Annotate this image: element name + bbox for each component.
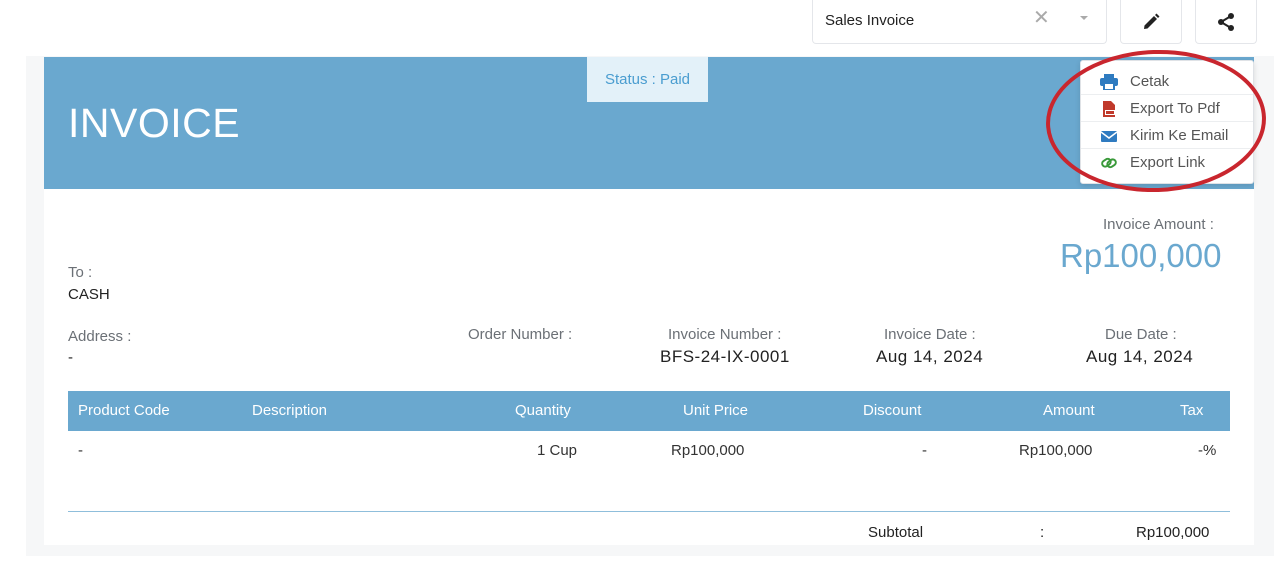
order-number-label: Order Number : bbox=[468, 326, 573, 343]
items-table-header: Product Code Description Quantity Unit P… bbox=[68, 391, 1230, 431]
chevron-down-icon[interactable] bbox=[1078, 12, 1090, 24]
pencil-icon bbox=[1144, 13, 1160, 29]
cell-product-code: - bbox=[78, 442, 83, 459]
address-label: Address : bbox=[68, 328, 132, 345]
invoice-date-label: Invoice Date : bbox=[884, 326, 976, 343]
column-header-discount: Discount bbox=[863, 402, 922, 419]
cell-discount: - bbox=[922, 442, 927, 459]
invoice-number-label: Invoice Number : bbox=[668, 326, 782, 343]
cell-tax: -% bbox=[1198, 442, 1217, 459]
share-icon bbox=[1218, 12, 1234, 31]
share-button[interactable] bbox=[1195, 0, 1257, 44]
column-header-quantity: Quantity bbox=[515, 402, 571, 419]
table-divider bbox=[68, 511, 1230, 512]
status-badge: Status : Paid bbox=[587, 57, 708, 102]
cell-amount: Rp100,000 bbox=[1019, 442, 1093, 459]
address-value: - bbox=[68, 349, 73, 366]
subtotal-colon: : bbox=[1040, 524, 1045, 541]
subtotal-value: Rp100,000 bbox=[1136, 524, 1210, 541]
to-label: To : bbox=[68, 264, 93, 281]
invoice-amount-value: Rp100,000 bbox=[1060, 237, 1222, 274]
column-header-tax: Tax bbox=[1180, 402, 1204, 419]
invoice-amount-label: Invoice Amount : bbox=[1103, 216, 1214, 233]
due-date-label: Due Date : bbox=[1105, 326, 1177, 343]
column-header-product-code: Product Code bbox=[78, 402, 170, 419]
clear-icon[interactable]: ✕ bbox=[1033, 8, 1050, 28]
due-date-value: Aug 14, 2024 bbox=[1086, 347, 1194, 366]
cell-unit-price: Rp100,000 bbox=[671, 442, 745, 459]
column-header-description: Description bbox=[252, 402, 328, 419]
column-header-unit-price: Unit Price bbox=[683, 402, 749, 419]
invoice-number-value: BFS-24-IX-0001 bbox=[660, 347, 790, 366]
subtotal-label: Subtotal bbox=[868, 524, 924, 541]
invoice-date-value: Aug 14, 2024 bbox=[876, 347, 984, 366]
document-type-select[interactable]: Sales Invoice ✕ bbox=[812, 0, 1107, 44]
document-type-value: Sales Invoice bbox=[825, 12, 915, 29]
invoice-title: INVOICE bbox=[68, 100, 241, 146]
edit-button[interactable] bbox=[1120, 0, 1182, 44]
to-value: CASH bbox=[68, 286, 110, 303]
column-header-amount: Amount bbox=[1043, 402, 1095, 419]
cell-quantity: 1 Cup bbox=[537, 442, 578, 459]
